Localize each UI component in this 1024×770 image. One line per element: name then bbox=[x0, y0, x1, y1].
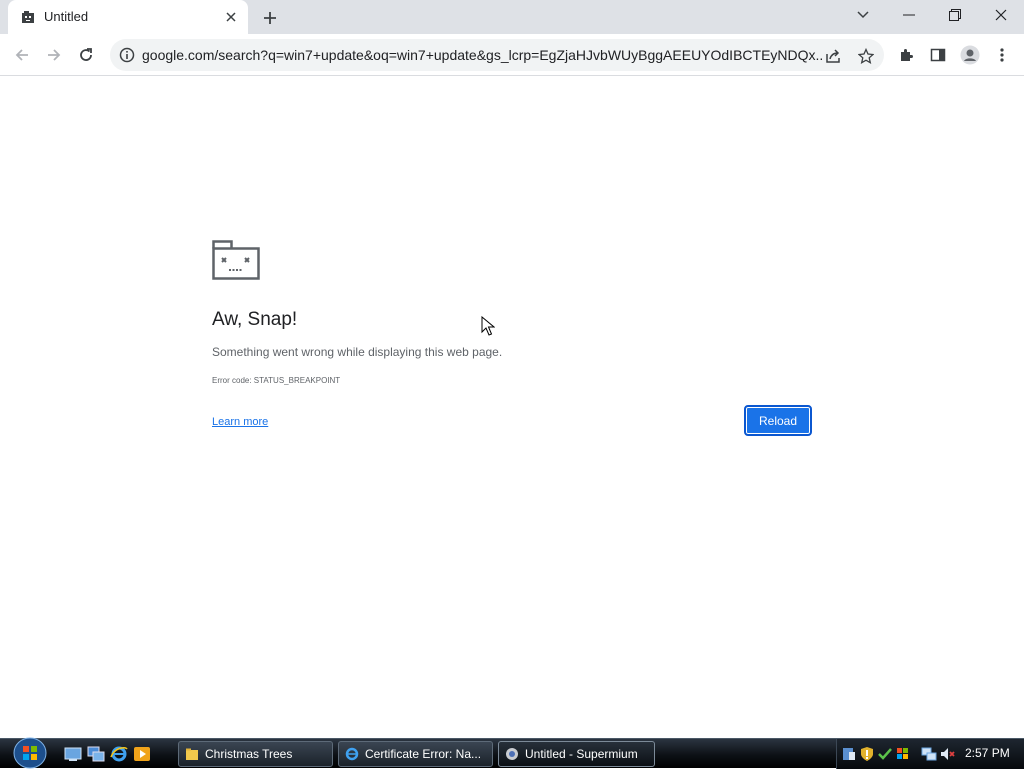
checkmark-icon[interactable] bbox=[877, 746, 893, 762]
minimize-button[interactable] bbox=[886, 0, 932, 30]
tab-strip: Untitled bbox=[0, 0, 1024, 34]
tab-untitled[interactable]: Untitled bbox=[8, 0, 248, 34]
forward-button[interactable] bbox=[40, 41, 68, 69]
close-tab-button[interactable] bbox=[222, 8, 240, 26]
show-desktop-icon[interactable] bbox=[64, 745, 82, 763]
taskbar-item-label: Christmas Trees bbox=[205, 747, 293, 761]
tab-title: Untitled bbox=[44, 9, 89, 24]
learn-more-link[interactable]: Learn more bbox=[212, 416, 268, 428]
star-icon bbox=[858, 48, 874, 64]
side-panel-icon bbox=[930, 48, 946, 62]
side-panel-button[interactable] bbox=[924, 41, 952, 69]
puzzle-icon bbox=[901, 49, 913, 61]
clock[interactable]: 2:57 PM bbox=[965, 746, 1010, 760]
arrow-left-icon bbox=[15, 49, 28, 61]
close-window-button[interactable] bbox=[978, 0, 1024, 30]
refresh-icon bbox=[80, 48, 92, 61]
network-icon[interactable] bbox=[921, 746, 937, 762]
taskbar-item-label: Certificate Error: Na... bbox=[365, 747, 482, 761]
ie-icon[interactable] bbox=[110, 745, 128, 763]
share-button[interactable] bbox=[822, 45, 844, 67]
taskbar-item-certificate-error[interactable]: Certificate Error: Na... bbox=[338, 741, 493, 767]
flag-icon[interactable] bbox=[895, 746, 911, 762]
bookmark-button[interactable] bbox=[855, 45, 877, 67]
url-text[interactable]: google.com/search?q=win7+update&oq=win7+… bbox=[142, 47, 822, 63]
system-tray: 2:57 PM bbox=[836, 739, 1024, 769]
error-title: Aw, Snap! bbox=[212, 309, 298, 330]
reload-button[interactable]: Reload bbox=[744, 405, 812, 436]
reload-toolbar-button[interactable] bbox=[72, 41, 100, 69]
restore-icon bbox=[949, 9, 961, 21]
restore-button[interactable] bbox=[932, 0, 978, 30]
close-icon bbox=[226, 12, 236, 22]
start-button[interactable] bbox=[10, 736, 50, 770]
extensions-button[interactable] bbox=[892, 41, 920, 69]
sad-tab-icon bbox=[22, 11, 34, 23]
network-manager-icon[interactable] bbox=[841, 746, 857, 762]
tab-search-button[interactable] bbox=[840, 0, 886, 30]
kebab-menu-icon bbox=[1000, 48, 1004, 62]
site-info-button[interactable] bbox=[118, 46, 136, 64]
ie-icon bbox=[345, 747, 359, 761]
back-button[interactable] bbox=[8, 41, 36, 69]
switch-windows-icon[interactable] bbox=[87, 745, 105, 763]
arrow-right-icon bbox=[48, 49, 61, 61]
taskbar-item-supermium[interactable]: Untitled - Supermium bbox=[498, 741, 655, 767]
volume-muted-icon[interactable] bbox=[939, 746, 955, 762]
chevron-down-icon bbox=[857, 11, 869, 19]
error-message: Something went wrong while displaying th… bbox=[212, 345, 503, 359]
plus-icon bbox=[264, 12, 276, 24]
windows-orb-icon bbox=[13, 737, 47, 769]
close-icon bbox=[995, 9, 1007, 21]
media-player-icon[interactable] bbox=[133, 745, 151, 763]
sad-folder-icon bbox=[212, 240, 260, 280]
minimize-icon bbox=[903, 14, 915, 16]
taskbar-item-christmas-trees[interactable]: Christmas Trees bbox=[178, 741, 333, 767]
folder-icon bbox=[186, 748, 198, 760]
browser-window: Untitled google.com/search?q=win7+update… bbox=[0, 0, 1024, 738]
taskbar-item-label: Untitled - Supermium bbox=[525, 747, 638, 761]
profile-button[interactable] bbox=[956, 41, 984, 69]
taskbar: Christmas Trees Certificate Error: Na...… bbox=[0, 736, 1024, 770]
toolbar: google.com/search?q=win7+update&oq=win7+… bbox=[0, 34, 1024, 76]
supermium-icon bbox=[506, 748, 518, 760]
error-code: Error code: STATUS_BREAKPOINT bbox=[212, 376, 341, 385]
address-bar[interactable]: google.com/search?q=win7+update&oq=win7+… bbox=[110, 39, 884, 71]
menu-button[interactable] bbox=[988, 41, 1016, 69]
security-shield-icon[interactable] bbox=[859, 746, 875, 762]
info-icon bbox=[119, 47, 135, 63]
avatar-icon bbox=[960, 45, 980, 65]
new-tab-button[interactable] bbox=[258, 6, 282, 30]
mouse-cursor-icon bbox=[481, 316, 495, 336]
share-icon bbox=[826, 49, 840, 63]
